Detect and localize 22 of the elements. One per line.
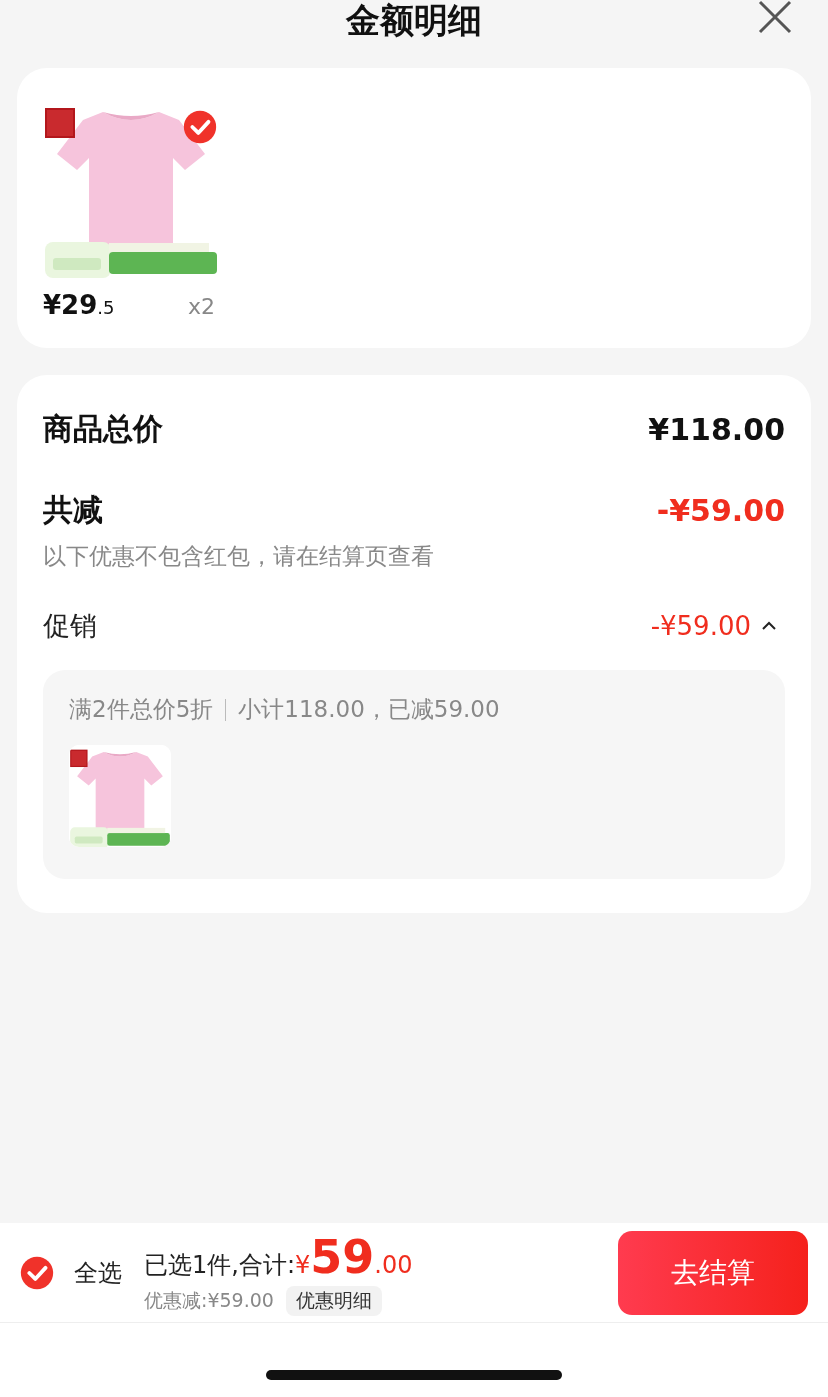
caret-icon[interactable] (761, 621, 777, 631)
promotion-subtotal: 小计118.00，已减59.00 (238, 695, 500, 724)
total-value: ¥118.00 (648, 412, 785, 447)
check-icon[interactable] (20, 1255, 54, 1290)
promotion-rule: 满2件总价5折 (69, 695, 214, 724)
discount-note: 以下优惠不包含红包，请在结算页查看 (43, 542, 435, 571)
selected-summary: 已选1件,合计: (144, 1249, 295, 1281)
total-amount: ¥59.00 (295, 1229, 413, 1284)
item-quantity: x2 (187, 294, 215, 319)
close-icon[interactable] (758, 0, 792, 34)
item-price: ¥29.5 (43, 290, 115, 320)
sheet-title: 金额明细 (346, 0, 482, 40)
select-all-checkbox[interactable]: 全选 (20, 1255, 122, 1290)
discount-label: 共减 (43, 491, 103, 529)
details-button[interactable]: 优惠明细 (285, 1285, 382, 1316)
checkout-button[interactable]: 去结算 (618, 1230, 808, 1315)
discount-value: -¥59.00 (656, 493, 785, 528)
promotion-label: 促销 (43, 609, 97, 643)
total-label: 商品总价 (43, 410, 163, 448)
saving-text: 优惠减:¥59.00 (144, 1287, 274, 1313)
promotion-value: -¥59.00 (650, 611, 751, 641)
check-icon[interactable] (183, 110, 217, 144)
